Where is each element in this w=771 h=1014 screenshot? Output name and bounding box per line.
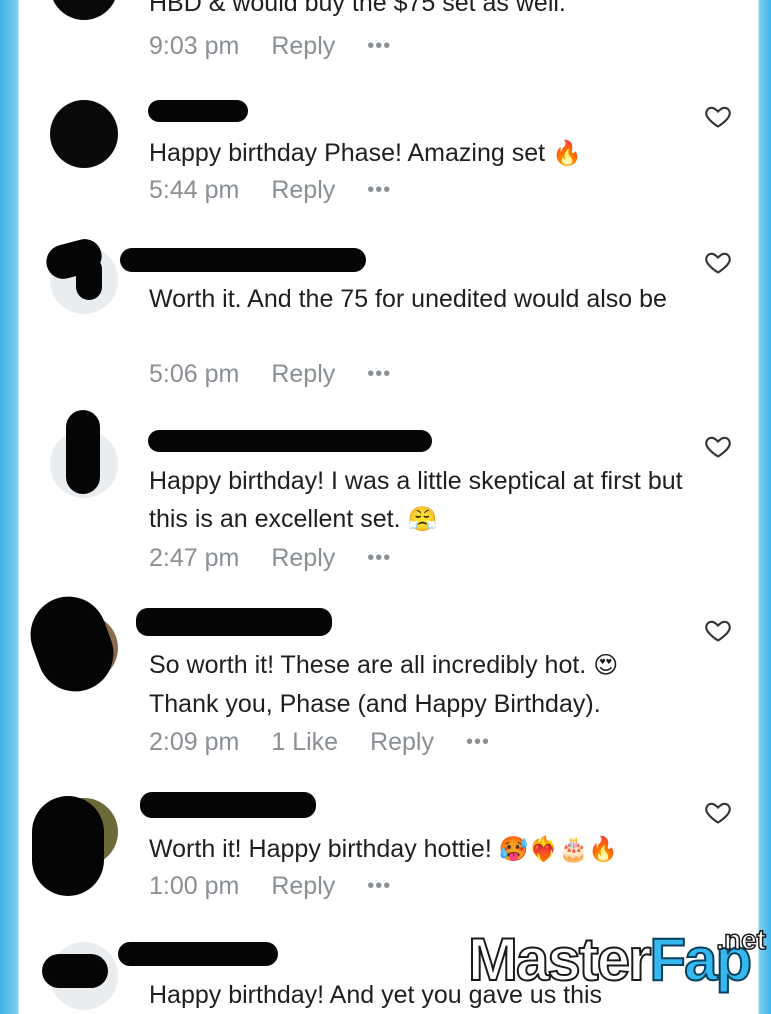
username-redacted [148,100,248,122]
redaction-mark [32,796,104,896]
redaction-mark [66,410,100,494]
comment-text: Worth it. And the 75 for unedited would … [149,285,667,313]
more-dots-icon[interactable]: ••• [466,731,490,754]
comment-text: HBD & would buy the $75 set as well. [149,0,566,17]
more-dots-icon[interactable]: ••• [367,363,391,386]
reply-button[interactable]: Reply [271,176,335,205]
comment-time: 9:03 pm [149,31,240,60]
comment-time: 2:09 pm [149,727,240,756]
redaction-mark [19,585,125,703]
comment-time: 1:00 pm [149,871,240,900]
comment-text: So worth it! These are all incredibly ho… [149,651,619,718]
username-redacted [118,942,278,966]
comment-meta: 2:09 pm 1 Like Reply ••• [149,726,522,758]
reply-button[interactable]: Reply [271,872,335,901]
username-redacted [140,792,316,818]
redaction-mark [42,954,108,988]
comment-meta: 9:03 pm Reply ••• [149,30,423,62]
more-dots-icon[interactable]: ••• [367,875,391,898]
comment-meta: 2:47 pm Reply ••• [149,542,423,574]
watermark-logo: MasterFap .net [467,923,767,994]
comment-time: 2:47 pm [149,543,240,572]
heart-outline-icon[interactable] [704,798,732,826]
heart-outline-icon[interactable] [704,432,732,460]
avatar[interactable] [50,100,118,168]
reply-button[interactable]: Reply [370,728,434,757]
emoji-group: 🥵❤️‍🔥🎂🔥 [498,836,619,863]
comment-meta: 5:44 pm Reply ••• [149,174,423,206]
reply-button[interactable]: Reply [271,360,335,389]
username-redacted [136,608,332,636]
comment-meta: 5:06 pm Reply ••• [149,358,423,390]
heart-outline-icon[interactable] [704,248,732,276]
more-dots-icon[interactable]: ••• [367,547,391,570]
heart-outline-icon[interactable] [704,616,732,644]
comment-time: 5:44 pm [149,175,240,204]
heart-eyes-emoji: 😍 [593,652,619,679]
more-dots-icon[interactable]: ••• [367,35,391,58]
comment-text: Worth it! Happy birthday hottie! 🥵❤️‍🔥🎂🔥 [149,835,619,863]
steam-face-emoji: 😤 [407,506,438,533]
comment-meta: 1:00 pm Reply ••• [149,870,423,902]
username-redacted [120,248,366,272]
redaction-mark [76,256,102,300]
comment-time: 5:06 pm [149,359,240,388]
fire-emoji: 🔥 [552,140,582,167]
username-redacted [148,430,432,452]
more-dots-icon[interactable]: ••• [367,179,391,202]
avatar[interactable] [50,0,118,20]
heart-outline-icon[interactable] [704,102,732,130]
reply-button[interactable]: Reply [271,32,335,61]
comment-text: Happy birthday Phase! Amazing set 🔥 [149,139,582,167]
comment-text: Happy birthday! I was a little skeptical… [149,467,683,533]
reply-button[interactable]: Reply [271,544,335,573]
like-count[interactable]: 1 Like [271,728,338,757]
